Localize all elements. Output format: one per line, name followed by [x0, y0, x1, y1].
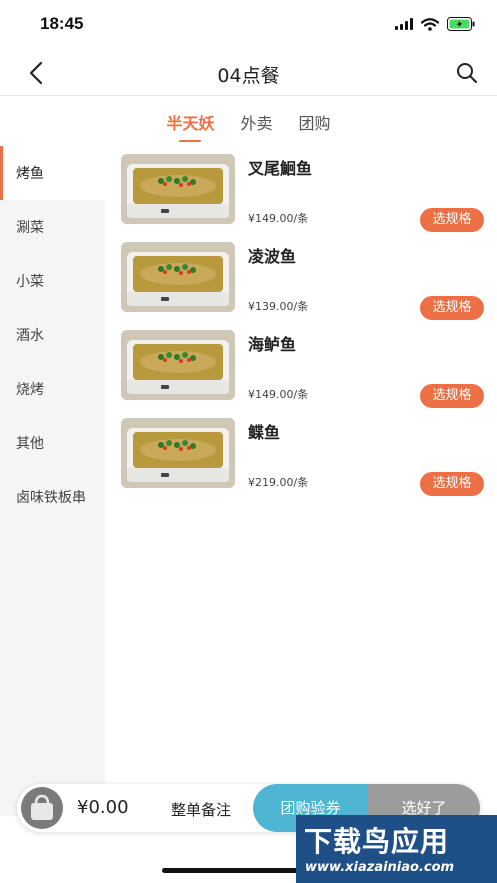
category-sidebar: 烤鱼 涮菜 小菜 酒水 烧烤 其他 卤味铁板串 [0, 146, 105, 816]
page-title: 04点餐 [217, 65, 280, 87]
product-name: 凌波鱼 [248, 247, 297, 266]
fish-dish-image [121, 242, 235, 312]
watermark-url: www.xiazainiao.com [305, 860, 455, 875]
product-item[interactable]: 鲽鱼 ¥219.00/条 选规格 [105, 414, 497, 502]
product-price: ¥149.00/条 [248, 388, 309, 401]
tab-bantianyao[interactable]: 半天妖 [166, 96, 214, 146]
product-item[interactable]: 叉尾鮰鱼 ¥149.00/条 选规格 [105, 150, 497, 238]
cart-button[interactable] [21, 787, 63, 829]
product-list: 叉尾鮰鱼 ¥149.00/条 选规格 凌波鱼 ¥139.00/条 选规格 海鲈鱼… [105, 146, 497, 816]
select-spec-button[interactable]: 选规格 [420, 208, 484, 232]
product-name: 海鲈鱼 [248, 335, 297, 354]
watermark-title: 下载鸟应用 [304, 825, 450, 858]
fish-dish-image [121, 418, 235, 488]
cart-total: ¥0.00 [77, 797, 129, 818]
category-item-braised-skewers[interactable]: 卤味铁板串 [0, 470, 105, 524]
product-price: ¥149.00/条 [248, 212, 309, 225]
product-name: 鲽鱼 [248, 423, 281, 442]
product-price: ¥219.00/条 [248, 476, 309, 489]
product-item[interactable]: 凌波鱼 ¥139.00/条 选规格 [105, 238, 497, 326]
select-spec-button[interactable]: 选规格 [420, 472, 484, 496]
product-price: ¥139.00/条 [248, 300, 309, 313]
fish-dish-image [121, 330, 235, 400]
category-item-grilled-fish[interactable]: 烤鱼 [0, 146, 105, 200]
tab-group-buy[interactable]: 团购 [299, 96, 331, 146]
order-note-button[interactable]: 整单备注 [171, 799, 231, 820]
search-icon[interactable] [455, 61, 479, 85]
tab-takeout[interactable]: 外卖 [240, 96, 272, 146]
shopping-bag-icon [31, 794, 53, 820]
category-item-side-dishes[interactable]: 小菜 [0, 254, 105, 308]
wifi-icon [421, 17, 439, 31]
status-time: 18:45 [40, 14, 84, 33]
status-icons [395, 17, 475, 31]
store-tabs: 半天妖 外卖 团购 [0, 96, 497, 146]
select-spec-button[interactable]: 选规格 [420, 384, 484, 408]
category-item-bbq[interactable]: 烧烤 [0, 362, 105, 416]
battery-icon [447, 17, 475, 31]
signal-icon [395, 18, 413, 30]
category-item-hotpot-veg[interactable]: 涮菜 [0, 200, 105, 254]
product-item[interactable]: 海鲈鱼 ¥149.00/条 选规格 [105, 326, 497, 414]
product-name: 叉尾鮰鱼 [248, 159, 313, 178]
category-item-other[interactable]: 其他 [0, 416, 105, 470]
fish-dish-image [121, 154, 235, 224]
select-spec-button[interactable]: 选规格 [420, 296, 484, 320]
category-item-drinks[interactable]: 酒水 [0, 308, 105, 362]
nav-bar: 04点餐 [0, 50, 497, 96]
watermark: 下载鸟应用 www.xiazainiao.com [296, 815, 497, 883]
status-bar: 18:45 [0, 0, 497, 50]
